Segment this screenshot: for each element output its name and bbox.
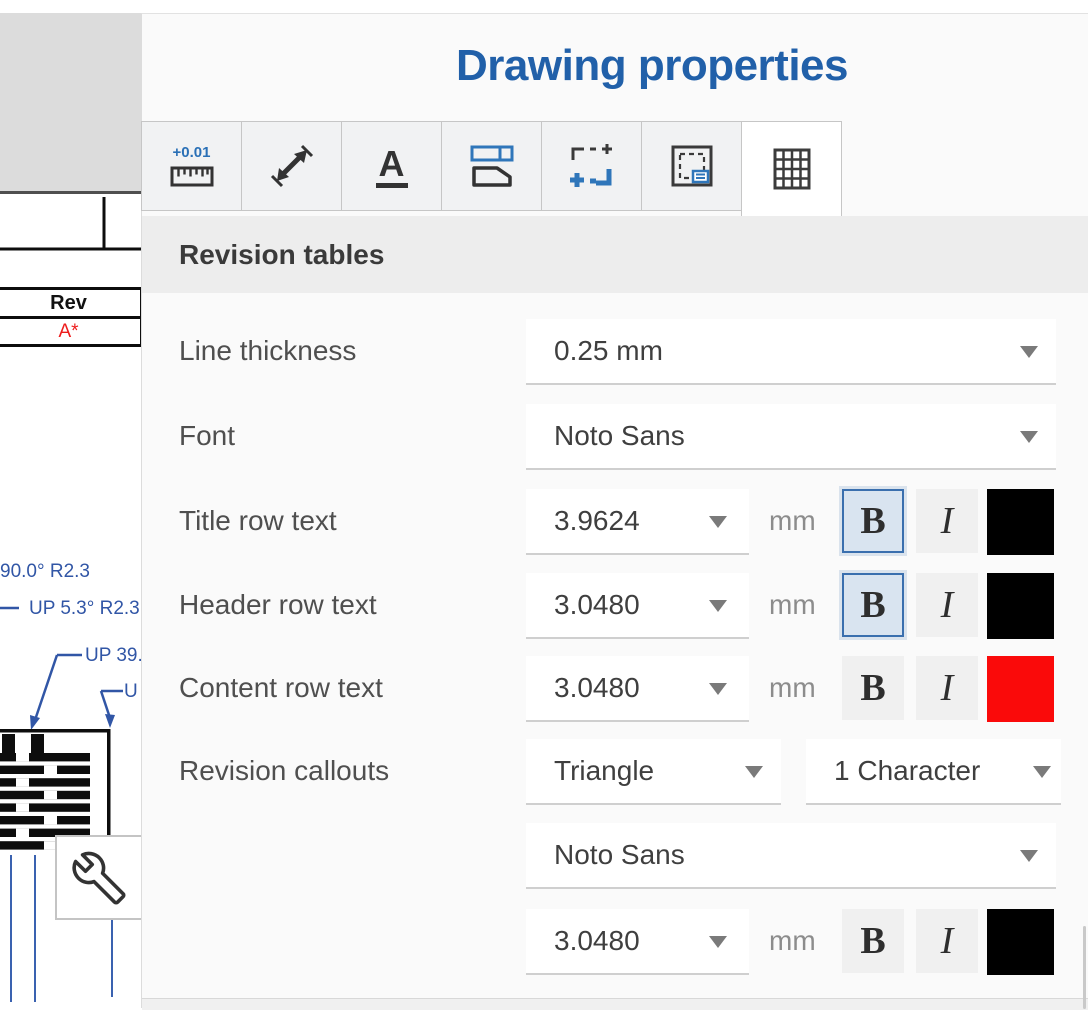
header-row-color-swatch[interactable] [987,573,1054,639]
dimension-callout: UP 39. [85,645,143,667]
content-row-size-select[interactable]: 3.0480 [526,656,749,722]
tab-annotations[interactable] [541,121,642,211]
callout-font-value: Noto Sans [554,823,685,887]
callout-unit: mm [769,909,816,973]
content-row-label: Content row text [179,656,383,720]
tab-dimensions[interactable] [241,121,342,211]
content-row-size-value: 3.0480 [554,656,640,720]
callout-bold-button[interactable]: B [842,909,904,973]
chevron-down-icon [1033,766,1051,778]
line-thickness-value: 0.25 mm [554,319,663,383]
table-grid-icon [772,147,812,191]
wrench-icon [72,851,126,905]
header-row-unit: mm [769,573,816,637]
dimension-callout: UP 5.3° R2.3 [29,598,140,620]
callout-shape-value: Triangle [554,739,654,803]
font-select[interactable]: Noto Sans [526,404,1056,470]
chevron-down-icon [1020,850,1038,862]
scrollbar[interactable] [1083,926,1086,1009]
chevron-down-icon [1020,431,1038,443]
title-row-bold-button[interactable]: B [842,489,904,553]
revision-callouts-label: Revision callouts [179,739,389,803]
tab-views[interactable] [441,121,542,211]
callout-italic-button[interactable]: I [916,909,978,973]
double-arrow-icon [269,143,315,189]
callout-color-swatch[interactable] [987,909,1054,975]
title-row-label: Title row text [179,489,337,553]
tab-tables[interactable] [741,121,842,216]
dimension-callout: 90.0° R2.3 [0,561,90,583]
callout-characters-select[interactable]: 1 Character [806,739,1061,805]
header-row-bold-button[interactable]: B [842,573,904,637]
callout-shape-select[interactable]: Triangle [526,739,781,805]
callout-characters-value: 1 Character [834,739,980,803]
title-row-italic-button[interactable]: I [916,489,978,553]
tab-sheet[interactable] [641,121,742,211]
panel-bottom-strip [142,998,1088,1010]
text-style-icon: A [376,145,408,188]
content-row-color-swatch[interactable] [987,656,1054,722]
chevron-down-icon [709,936,727,948]
title-row-size-select[interactable]: 3.9624 [526,489,749,555]
chevron-down-icon [709,516,727,528]
section-header-band: Revision tables [142,216,1088,293]
font-value: Noto Sans [554,404,685,468]
header-row-size-value: 3.0480 [554,573,640,637]
header-row-label: Header row text [179,573,377,637]
panel-title: Drawing properties [142,41,1088,91]
precision-badge: +0.01 [173,145,211,161]
view-label-icon [469,143,515,189]
chevron-down-icon [1020,346,1038,358]
annotation-frame-icon [569,143,615,189]
callout-font-select[interactable]: Noto Sans [526,823,1056,889]
callout-size-select[interactable]: 3.0480 [526,909,749,975]
tab-dimension-units[interactable]: +0.01 [141,121,242,211]
ruler-icon [170,164,214,188]
header-row-italic-button[interactable]: I [916,573,978,637]
content-row-italic-button[interactable]: I [916,656,978,720]
title-row-color-swatch[interactable] [987,489,1054,555]
font-label: Font [179,404,235,468]
chevron-down-icon [709,683,727,695]
chevron-down-icon [709,600,727,612]
section-header: Revision tables [179,216,384,293]
header-row-size-select[interactable]: 3.0480 [526,573,749,639]
dimension-callout: U [124,681,138,703]
revision-table-header: Rev [0,290,140,319]
edit-tool-button[interactable] [55,835,143,920]
content-row-unit: mm [769,656,816,720]
line-thickness-select[interactable]: 0.25 mm [526,319,1056,385]
chevron-down-icon [745,766,763,778]
tab-text[interactable]: A [341,121,442,211]
callout-size-value: 3.0480 [554,909,640,973]
drawing-properties-panel: Drawing properties +0.01 A [141,13,1088,1008]
revision-table: Rev A* [0,287,143,347]
sheet-border-icon [669,143,715,189]
line-thickness-label: Line thickness [179,319,356,383]
title-row-size-value: 3.9624 [554,489,640,553]
content-row-bold-button[interactable]: B [842,656,904,720]
title-row-unit: mm [769,489,816,553]
revision-table-value: A* [0,319,140,344]
drawing-canvas: Rev A* 90.0° R2.3 UP 5.3° R2.3 UP 39. U [0,13,141,1008]
